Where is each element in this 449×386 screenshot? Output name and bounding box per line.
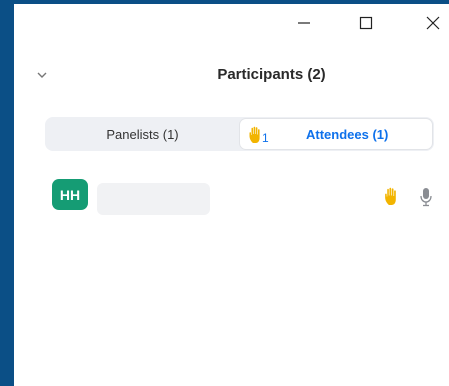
avatar: HH (52, 179, 88, 210)
panel-header: Participants (2) (14, 58, 449, 94)
participant-name-placeholder (97, 183, 210, 215)
raised-hands-badge: 1 (248, 126, 269, 144)
minimize-icon (298, 22, 310, 24)
title-bar (14, 4, 449, 42)
maximize-icon (359, 16, 373, 30)
raised-hands-count: 1 (262, 131, 269, 145)
raised-hand-icon (385, 187, 396, 205)
minimize-button[interactable] (281, 4, 327, 42)
tab-attendees-label: Attendees (1) (306, 127, 389, 142)
tab-attendees[interactable]: 1 Attendees (1) (239, 118, 433, 150)
tab-panelists[interactable]: Panelists (1) (45, 117, 240, 151)
participants-window: Participants (2) Panelists (1) 1 Attende… (14, 4, 449, 386)
panel-title: Participants (2) (217, 66, 326, 83)
maximize-button[interactable] (343, 4, 389, 42)
close-button[interactable] (410, 4, 449, 42)
participant-row[interactable]: HH (44, 174, 449, 218)
microphone-icon[interactable] (419, 187, 433, 207)
participant-tabs: Panelists (1) 1 Attendees (1) (45, 117, 434, 151)
close-icon (426, 16, 440, 30)
tab-panelists-label: Panelists (1) (106, 126, 179, 142)
